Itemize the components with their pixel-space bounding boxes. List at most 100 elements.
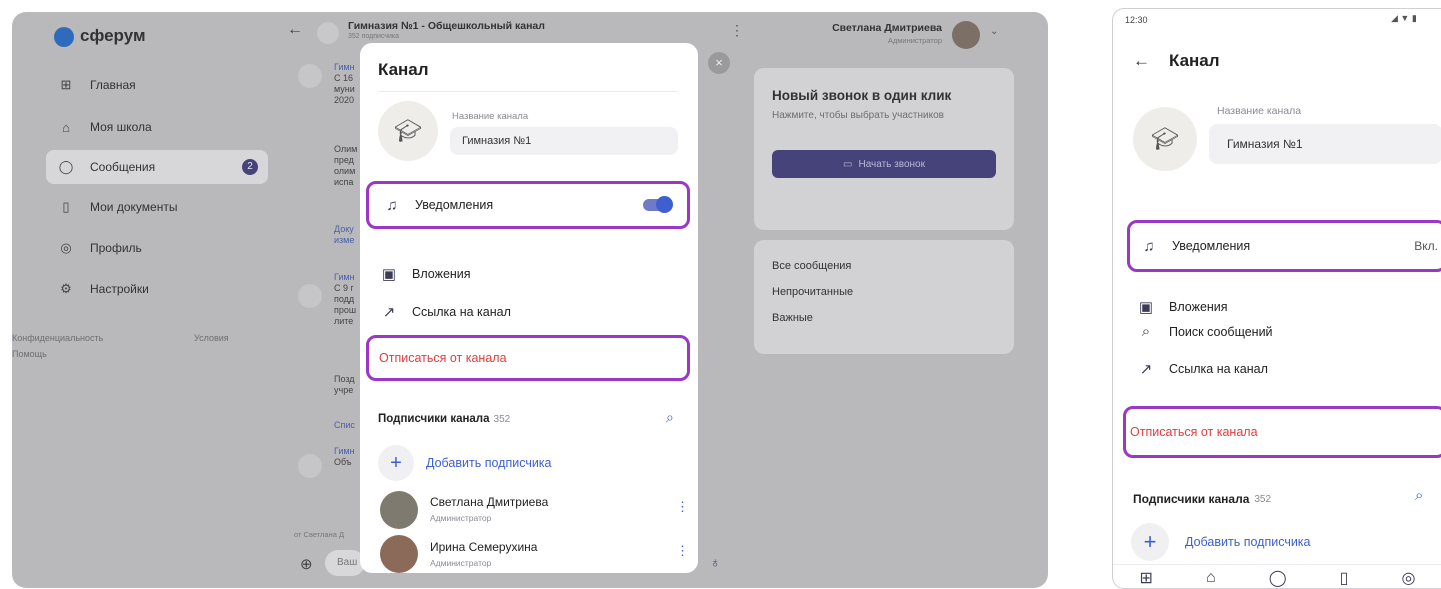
status-time: 12:30 bbox=[1125, 15, 1148, 25]
channel-avatar-large[interactable]: 🎓︎ bbox=[378, 101, 438, 161]
sferum-logo[interactable]: сферум bbox=[54, 26, 146, 47]
message-avatar bbox=[298, 284, 322, 308]
sidebar-item-messages[interactable]: ◯ Сообщения 2 bbox=[46, 150, 268, 184]
back-arrow-icon[interactable]: ← bbox=[287, 21, 303, 39]
attachments-row[interactable]: ▣ Вложения bbox=[378, 265, 471, 283]
sidebar-item-home[interactable]: ⊞ Главная bbox=[46, 68, 268, 102]
logo-icon bbox=[54, 26, 74, 47]
member-role: Администратор bbox=[430, 513, 492, 523]
filter-unread[interactable]: Непрочитанные bbox=[772, 286, 853, 298]
microphone-icon[interactable]: ♁ bbox=[710, 554, 721, 570]
message-input[interactable]: Ваш bbox=[325, 550, 365, 576]
message-snippet-5: Позд учре bbox=[334, 374, 355, 395]
search-icon: ⌕ bbox=[1141, 323, 1151, 340]
filters-card: Все сообщения Непрочитанные Важные bbox=[754, 240, 1014, 354]
channel-name-field[interactable]: Гимназия №1 bbox=[450, 127, 678, 155]
search-icon[interactable]: ⌕ bbox=[1415, 487, 1423, 504]
school-icon[interactable]: ⌂ bbox=[1206, 569, 1216, 587]
close-icon[interactable]: × bbox=[708, 52, 730, 74]
image-icon: ▣ bbox=[1138, 299, 1154, 316]
filter-important[interactable]: Важные bbox=[772, 312, 813, 324]
user-avatar[interactable] bbox=[952, 21, 980, 49]
graduation-cap-icon: 🎓︎ bbox=[394, 118, 422, 143]
call-card-title: Новый звонок в один клик bbox=[772, 88, 952, 103]
channel-name-label: Название канала bbox=[1217, 105, 1302, 117]
channel-avatar-large[interactable]: 🎓︎ bbox=[1133, 107, 1197, 171]
plus-icon: + bbox=[378, 445, 414, 481]
message-avatar bbox=[298, 454, 322, 478]
footer-link-privacy[interactable]: Конфиденциальность bbox=[12, 333, 103, 343]
status-icons: ◢ ▼ ▮ bbox=[1391, 13, 1417, 23]
bottom-tab-bar: ⊞ ⌂ ◯ ▯ ◎ bbox=[1113, 564, 1441, 588]
more-icon[interactable]: ⋮ bbox=[730, 22, 744, 39]
school-icon: ⌂ bbox=[62, 119, 70, 135]
channel-name-label: Название канала bbox=[452, 111, 529, 122]
sidebar-item-documents[interactable]: ▯ Мои документы bbox=[46, 190, 268, 224]
channel-link-row[interactable]: ↗ Ссылка на канал bbox=[1135, 360, 1268, 378]
user-name: Светлана Дмитриева bbox=[832, 22, 942, 34]
search-messages-row[interactable]: ⌕ Поиск сообщений bbox=[1135, 323, 1273, 340]
message-snippet-1: Гимн С 16 муни 2020 bbox=[334, 62, 355, 105]
member-name: Светлана Дмитриева bbox=[430, 495, 549, 509]
document-icon[interactable]: ▯ bbox=[1340, 568, 1349, 588]
divider bbox=[378, 91, 678, 92]
channel-subtitle: 352 подписчика bbox=[348, 33, 400, 40]
sidebar-item-profile[interactable]: ◎ Профиль bbox=[46, 231, 268, 265]
start-call-button[interactable]: ▭ Начать звонок bbox=[772, 150, 996, 178]
bell-icon: ♫ bbox=[386, 196, 398, 214]
grid-icon: ⊞ bbox=[60, 77, 72, 92]
channel-name-field[interactable]: Гимназия №1 bbox=[1209, 124, 1441, 164]
graduation-cap-icon: 🎓︎ bbox=[1151, 126, 1179, 151]
notifications-state: Вкл. bbox=[1414, 239, 1438, 253]
link-icon: ↗ bbox=[382, 304, 396, 321]
message-snippet-2: Олим пред олим испа bbox=[334, 144, 358, 187]
user-role: Администратор bbox=[887, 36, 942, 45]
settings-icon: ⚙ bbox=[60, 281, 72, 296]
channel-title: Гимназия №1 - Общешкольный канал bbox=[348, 20, 545, 32]
image-icon: ▣ bbox=[381, 266, 397, 283]
member-more-icon[interactable]: ⋮ bbox=[676, 499, 689, 515]
member-avatar[interactable] bbox=[380, 535, 418, 573]
grid-icon[interactable]: ⊞ bbox=[1140, 568, 1153, 588]
unsubscribe-row[interactable]: Отписаться от канала bbox=[366, 335, 690, 381]
page-title: Канал bbox=[1169, 51, 1220, 70]
attachments-row[interactable]: ▣ Вложения bbox=[1135, 298, 1228, 316]
message-icon[interactable]: ◯ bbox=[1269, 568, 1287, 588]
footer-link-terms[interactable]: Условия bbox=[194, 333, 229, 343]
message-icon: ◯ bbox=[58, 159, 74, 174]
profile-icon: ◎ bbox=[60, 240, 72, 255]
member-name: Ирина Семерухина bbox=[430, 540, 538, 554]
plus-icon: + bbox=[1131, 523, 1169, 561]
channel-link-row[interactable]: ↗ Ссылка на канал bbox=[378, 303, 511, 321]
filter-all[interactable]: Все сообщения bbox=[772, 260, 851, 272]
back-arrow-icon[interactable]: ← bbox=[1133, 51, 1150, 71]
sidebar-item-school[interactable]: ⌂ Моя школа bbox=[46, 110, 268, 144]
add-subscriber-button[interactable]: + Добавить подписчика bbox=[378, 445, 552, 481]
subscribers-header: Подписчики канала 352 bbox=[378, 413, 511, 425]
composer-sender: от Светлана Д bbox=[294, 530, 345, 539]
channel-modal: Канал 🎓︎ Название канала Гимназия №1 ♫ У… bbox=[360, 43, 698, 573]
add-subscriber-button[interactable]: + Добавить подписчика bbox=[1131, 523, 1311, 561]
notifications-row[interactable]: ♫ Уведомления bbox=[366, 181, 690, 229]
unsubscribe-row[interactable]: Отписаться от канала bbox=[1123, 406, 1441, 458]
message-snippet-4: Гимн С 9 г подд прош лите bbox=[334, 272, 357, 326]
desktop-window: сферум ⊞ Главная ⌂ Моя школа ◯ Сообщения 2 ▯… bbox=[12, 12, 1048, 588]
sidebar-item-settings[interactable]: ⚙ Настройки bbox=[46, 272, 268, 306]
notifications-row[interactable]: ♫ Уведомления Вкл. bbox=[1127, 220, 1441, 272]
message-snippet-7: Гимн Объ bbox=[334, 446, 355, 467]
unread-badge: 2 bbox=[242, 159, 258, 175]
chevron-down-icon[interactable]: ⌄ bbox=[990, 26, 998, 37]
add-attachment-icon[interactable]: ⊕ bbox=[300, 555, 313, 573]
bell-icon: ♫ bbox=[1143, 237, 1155, 255]
message-snippet-6: Спис bbox=[334, 420, 355, 430]
profile-icon[interactable]: ◎ bbox=[1402, 568, 1416, 588]
member-avatar[interactable] bbox=[380, 491, 418, 529]
message-snippet-3: Доку изме bbox=[334, 224, 355, 245]
camera-icon: ▭ bbox=[843, 158, 853, 170]
message-avatar bbox=[298, 64, 322, 88]
member-more-icon[interactable]: ⋮ bbox=[676, 543, 689, 559]
channel-avatar bbox=[317, 22, 339, 44]
footer-link-help[interactable]: Помощь bbox=[12, 349, 47, 359]
notifications-toggle[interactable] bbox=[643, 196, 673, 213]
search-icon[interactable]: ⌕ bbox=[666, 409, 674, 426]
